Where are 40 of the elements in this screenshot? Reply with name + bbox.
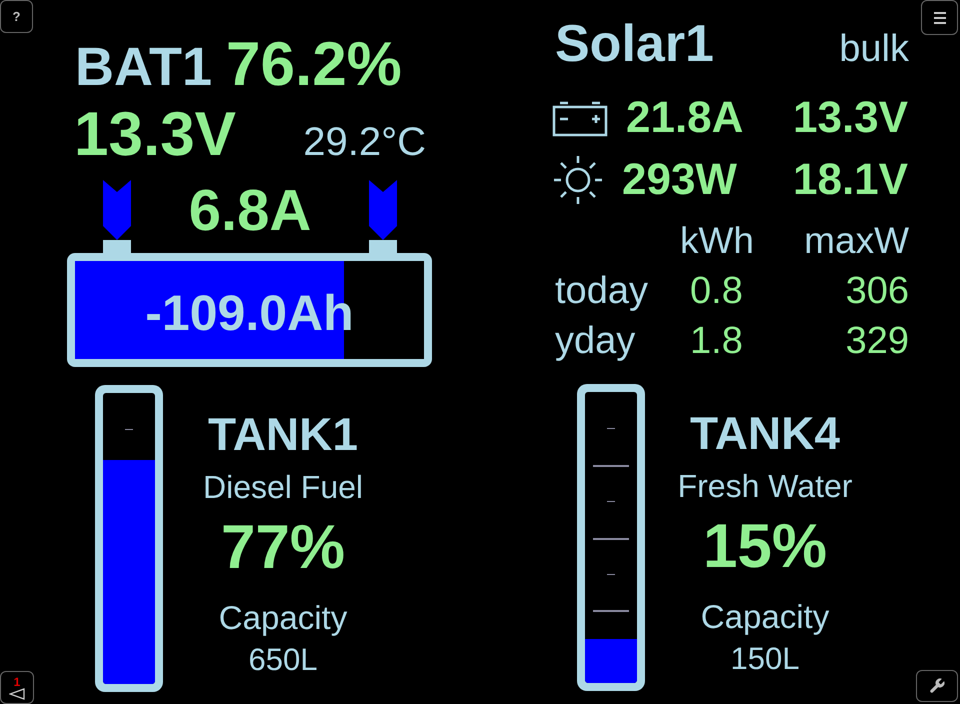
column-header: kWh xyxy=(680,219,755,263)
tank-capacity: 650L xyxy=(248,644,318,675)
charge-state: bulk xyxy=(839,30,909,68)
solar-battery-voltage: 13.3V xyxy=(793,96,908,140)
alerts-button[interactable]: 1 xyxy=(0,671,34,704)
solar-name: Solar1 xyxy=(555,18,714,70)
row-label: today xyxy=(555,269,649,314)
sun-icon xyxy=(552,154,604,206)
table-cell-text: 306 xyxy=(844,269,909,314)
capacity-label: Capacity xyxy=(700,600,830,633)
tank-name: TANK1 xyxy=(208,411,358,457)
capacity-label: Capacity xyxy=(218,601,348,634)
table-cell-text: 0.8 xyxy=(689,269,744,314)
wrench-icon xyxy=(928,677,946,695)
pv-power: 293W xyxy=(622,158,737,202)
battery-current: 6.8A xyxy=(188,182,312,240)
battery-icon xyxy=(552,99,608,137)
pv-voltage: 18.1V xyxy=(793,158,908,202)
battery-name: BAT1 xyxy=(75,40,212,94)
tank-fluid: Fresh Water xyxy=(678,470,852,502)
tank-percent: 15% xyxy=(702,516,828,578)
help-button[interactable]: ? xyxy=(0,0,33,33)
settings-button[interactable] xyxy=(916,670,958,702)
tank-capacity: 150L xyxy=(730,643,800,674)
arrow-icon xyxy=(368,180,397,240)
arrow-icon xyxy=(103,180,131,240)
table-cell-text: 1.8 xyxy=(689,319,744,364)
column-header: maxW xyxy=(803,219,909,263)
row-label: yday xyxy=(555,319,636,364)
battery-temperature: 29.2°C xyxy=(303,122,426,162)
menu-button[interactable] xyxy=(921,0,958,35)
tank-name: TANK4 xyxy=(690,410,840,456)
table-cell-text: 329 xyxy=(844,319,909,364)
battery-voltage: 13.3V xyxy=(74,104,236,166)
tank-percent: 77% xyxy=(220,517,346,579)
solar-battery-current: 21.8A xyxy=(626,96,744,140)
triangle-icon xyxy=(9,688,25,700)
menu-icon xyxy=(932,10,946,24)
tank-fluid: Diesel Fuel xyxy=(202,471,364,503)
battery-soc: 76.2% xyxy=(226,34,402,96)
